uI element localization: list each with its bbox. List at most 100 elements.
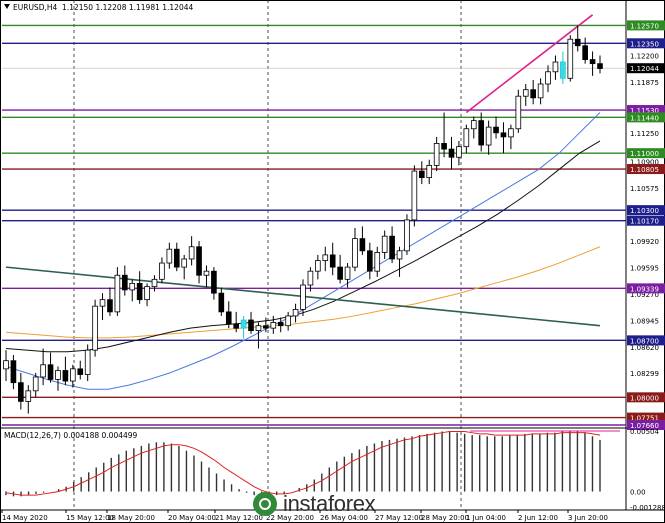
candle-body: [389, 235, 395, 260]
candle-body: [560, 61, 566, 79]
candle-body: [218, 292, 225, 313]
candle-body: [121, 274, 128, 291]
time-axis-label: 18 May 20:00: [107, 514, 155, 522]
candle-body: [470, 120, 477, 130]
price-axis-label: 1.08945: [630, 317, 659, 325]
candle-body: [10, 360, 17, 384]
candle-body: [493, 126, 499, 134]
candle-body: [292, 309, 299, 317]
price-axis-label: 1.11875: [630, 79, 659, 87]
chart-header: EURUSD,H4 1.12150 1.12208 1.11981 1.1204…: [4, 3, 193, 12]
price-axis-label: 1.12200: [630, 53, 659, 61]
candle-body: [522, 89, 529, 97]
candle-body: [396, 250, 403, 260]
candle-body: [574, 38, 581, 47]
price-axis-label: 1.11250: [630, 130, 659, 138]
price-axis-label: 1.10575: [630, 185, 659, 193]
candle-body: [367, 250, 373, 272]
watermark-text: instaforex: [283, 491, 376, 516]
price-level-tag-text: 1.09339: [630, 285, 659, 293]
macd-label: MACD(12,26,7) 0.004188 0.004499: [4, 431, 138, 440]
candle-body: [62, 370, 69, 382]
candle-body: [411, 170, 418, 221]
candle-body: [582, 45, 588, 60]
candle-body: [99, 299, 106, 307]
candle-body: [359, 238, 366, 252]
price-axis-label: 1.09595: [630, 265, 659, 273]
time-axis-label: 3 Jun 20:00: [568, 514, 608, 522]
candle-body: [500, 132, 507, 138]
candle-body: [418, 170, 425, 178]
price-level-tag-text: 1.10170: [630, 218, 659, 226]
candle-body: [315, 260, 321, 272]
macd-axis-label: 0.00: [630, 489, 646, 497]
candle-body: [530, 89, 536, 99]
candle-body: [448, 148, 455, 158]
ohlc-values: 1.12150 1.12208 1.11981 1.12044: [62, 3, 194, 12]
current-price-tag-text: 1.12044: [630, 65, 659, 73]
candle-body: [537, 83, 544, 99]
candle-body: [77, 368, 84, 375]
candle-body: [508, 128, 514, 138]
price-level-tag-text: 1.10805: [630, 166, 659, 174]
candle-body: [32, 376, 39, 392]
price-level-tag-text: 1.11440: [630, 114, 659, 122]
symbol-label: EURUSD,H4: [13, 3, 58, 12]
macd-axis-label: -0.001288: [630, 504, 665, 512]
candle-body: [129, 282, 136, 291]
candle-body: [545, 71, 551, 85]
candle-body: [114, 274, 121, 313]
price-chart[interactable]: 1.125701.123501.122001.120441.118751.115…: [0, 0, 665, 523]
price-level-tag-text: 1.12570: [630, 22, 659, 30]
candle-body: [344, 266, 351, 280]
candle-body: [188, 246, 195, 260]
price-axis-label: 1.08299: [630, 370, 659, 378]
price-level-tag-text: 1.12350: [630, 40, 659, 48]
instaforex-logo-icon: [253, 492, 277, 516]
candle-body: [485, 126, 492, 146]
candle-body: [263, 325, 269, 329]
candle-body: [404, 219, 410, 252]
candle-body: [456, 146, 462, 158]
candle-body: [589, 59, 596, 65]
time-axis-label: 28 May 20:00: [421, 514, 469, 522]
candle-body: [107, 299, 113, 313]
dropdown-triangle-icon[interactable]: [4, 4, 10, 9]
watermark: instaforex: [253, 491, 376, 517]
candle-body: [478, 120, 485, 146]
candle-body: [136, 282, 143, 301]
candle-body: [159, 262, 165, 280]
candle-body: [307, 270, 314, 286]
macd-axis-label: 0.00504: [630, 428, 659, 436]
candle-body: [270, 322, 277, 329]
candle-body: [55, 370, 61, 380]
candle-body: [3, 360, 9, 370]
candle-body: [597, 63, 603, 69]
candle-body: [225, 311, 232, 325]
candle-body: [300, 284, 306, 310]
macd-signal-line: [5, 430, 601, 496]
candle-body: [240, 319, 247, 329]
time-axis-label: 2 Jun 12:00: [518, 514, 558, 522]
candle-body: [18, 382, 24, 402]
candle-body: [433, 143, 440, 166]
candle-body: [463, 128, 470, 148]
candle-body: [441, 143, 447, 150]
candle-body: [25, 390, 32, 402]
candle-body: [92, 305, 98, 351]
candle-body: [166, 248, 173, 264]
candle-body: [552, 61, 559, 73]
candle-body: [173, 248, 180, 268]
time-axis-label: 27 May 12:00: [375, 514, 423, 522]
candle-body: [196, 246, 202, 276]
candle-body: [322, 254, 329, 261]
candle-body: [277, 322, 284, 327]
candle-body: [211, 270, 217, 294]
candle-body: [84, 349, 91, 375]
candle-body: [285, 315, 291, 327]
candle-body: [248, 319, 254, 331]
candle-body: [381, 235, 388, 253]
price-axis-label: 1.09920: [630, 238, 659, 246]
price-level-tag-text: 1.11000: [630, 150, 659, 158]
candle-body: [233, 323, 239, 329]
